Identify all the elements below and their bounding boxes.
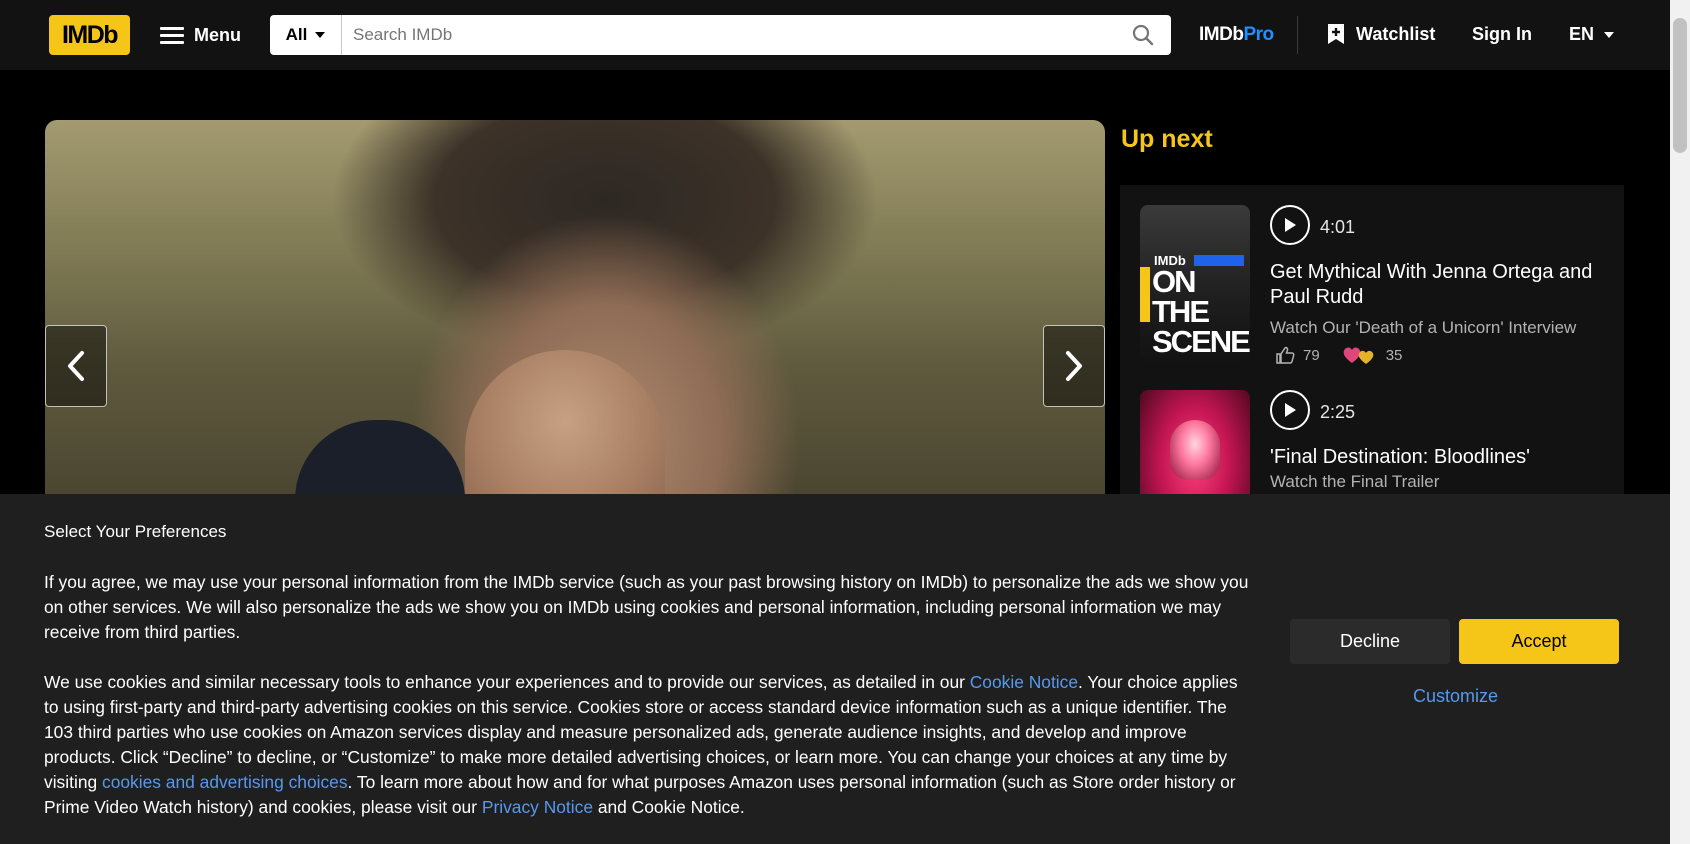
cookie-consent-banner: Select Your Preferences If you agree, we… (0, 494, 1670, 844)
heart-count: 35 (1385, 346, 1403, 364)
imdbpro-label-a: IMDb (1199, 24, 1244, 45)
menu-button[interactable]: Menu (160, 18, 241, 52)
thumbnail-text-line: ON THE (1152, 264, 1210, 329)
cookie-paragraph-2: We use cookies and similar necessary too… (44, 670, 1249, 820)
bookmark-plus-icon (1328, 24, 1344, 44)
cookie-banner-title: Select Your Preferences (44, 522, 227, 541)
language-dropdown[interactable]: EN (1569, 24, 1615, 45)
hero-prev-button[interactable] (45, 325, 107, 407)
up-next-item[interactable]: IMDb ON THE SCENE 4:01 Get Mythical With… (1140, 205, 1620, 368)
hero-video-frame[interactable] (45, 120, 1105, 500)
menu-label: Menu (194, 24, 241, 45)
video-duration: 2:25 (1320, 402, 1356, 422)
imdbpro-link[interactable]: IMDbPro (1199, 24, 1274, 46)
cookie-paragraph-1: If you agree, we may use your personal i… (44, 572, 1249, 642)
thumbnail-text-line: SCENE (1152, 324, 1250, 359)
advertising-choices-link[interactable]: cookies and advertising choices (102, 772, 348, 792)
play-icon (1285, 403, 1296, 417)
play-button[interactable] (1270, 205, 1310, 245)
video-subtitle: Watch Our 'Death of a Unicorn' Interview (1270, 318, 1577, 337)
caret-down-icon (1604, 31, 1615, 38)
thumbnail-graphic (1170, 420, 1220, 480)
chevron-right-icon (1066, 351, 1082, 381)
hero-image-detail (465, 350, 665, 500)
imdbpro-label-b: Pro (1243, 24, 1274, 45)
thumbs-up-icon (1276, 346, 1295, 364)
search-icon[interactable] (1123, 15, 1163, 55)
hamburger-icon (160, 26, 184, 44)
watchlist-label: Watchlist (1356, 23, 1436, 44)
scrollbar-thumb[interactable] (1673, 18, 1687, 153)
top-nav: IMDb Menu All IMDbPro Watchlist Sign In … (0, 0, 1670, 70)
hero-next-button[interactable] (1043, 325, 1105, 407)
thumbnail-graphic (1140, 267, 1150, 322)
play-button[interactable] (1270, 390, 1310, 430)
hero-image-detail (295, 420, 465, 500)
search-category-label: All (285, 25, 308, 44)
language-label: EN (1569, 24, 1595, 44)
up-next-heading: Up next (1121, 125, 1213, 153)
search-bar: All (270, 15, 1171, 55)
video-title[interactable]: 'Final Destination: Bloodlines' (1270, 445, 1610, 470)
cookie-text: We use cookies and similar necessary too… (44, 672, 970, 692)
video-thumbnail[interactable]: IMDb ON THE SCENE (1140, 205, 1250, 368)
search-category-dropdown[interactable]: All (270, 15, 342, 55)
nav-divider (1297, 16, 1298, 54)
video-duration: 4:01 (1320, 217, 1356, 237)
decline-button[interactable]: Decline (1290, 619, 1450, 664)
up-next-panel: IMDb ON THE SCENE 4:01 Get Mythical With… (1120, 185, 1624, 553)
customize-link[interactable]: Customize (1413, 686, 1498, 707)
sign-in-link[interactable]: Sign In (1472, 24, 1532, 45)
accept-button[interactable]: Accept (1459, 619, 1619, 664)
watchlist-button[interactable]: Watchlist (1326, 22, 1435, 46)
like-count: 79 (1303, 346, 1320, 364)
search-input[interactable] (342, 16, 1123, 54)
page-scrollbar[interactable] (1670, 0, 1690, 844)
cookie-notice-link[interactable]: Cookie Notice (970, 672, 1078, 692)
privacy-notice-link[interactable]: Privacy Notice (482, 797, 593, 817)
cookie-text: and Cookie Notice. (593, 797, 745, 817)
thumbnail-text: ON THE SCENE (1152, 264, 1250, 359)
chevron-left-icon (68, 351, 84, 381)
up-next-item[interactable]: 2:25 'Final Destination: Bloodlines' Wat… (1140, 390, 1620, 553)
thumbnail-graphic (1194, 255, 1244, 266)
play-icon (1285, 218, 1296, 232)
hearts-icon (1343, 347, 1374, 364)
caret-down-icon (315, 32, 326, 38)
video-subtitle: Watch the Final Trailer (1270, 472, 1440, 491)
video-reactions: 79 35 (1275, 345, 1402, 365)
video-title[interactable]: Get Mythical With Jenna Ortega and Paul … (1270, 260, 1610, 310)
imdb-logo[interactable]: IMDb (49, 15, 130, 55)
